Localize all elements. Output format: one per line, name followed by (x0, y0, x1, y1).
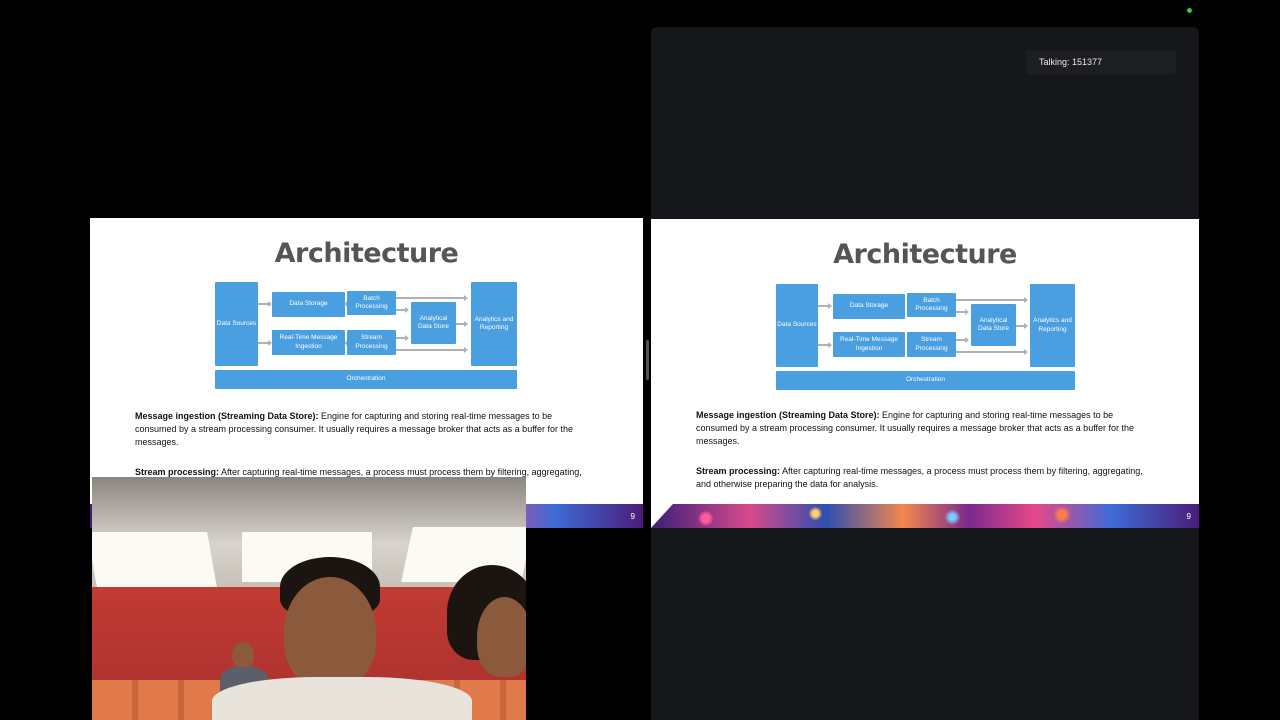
slide-footer-graphic (651, 504, 1199, 528)
paragraph-heading: Stream processing: (135, 467, 220, 477)
diagram-arrow (258, 301, 272, 306)
paragraph-stream-processing: Stream processing: After capturing real-… (696, 465, 1146, 491)
diagram-arrow (396, 307, 409, 312)
diagram-arrow (956, 337, 969, 342)
diagram-arrow (258, 340, 272, 345)
webcam-ceiling-light (92, 532, 217, 587)
diagram-arrow (396, 335, 409, 340)
diagram-arrow (956, 309, 969, 314)
slide-page-number: 9 (1186, 512, 1191, 521)
webcam-video-tile[interactable] (92, 477, 526, 720)
diagram-box-analytics-reporting: Analytics and Reporting (471, 282, 517, 366)
diagram-box-batch-processing: Batch Processing (907, 293, 956, 317)
diagram-box-realtime-ingestion: Real-Time Message Ingestion (272, 330, 345, 355)
paragraph-message-ingestion: Message ingestion (Streaming Data Store)… (696, 409, 1146, 448)
diagram-box-orchestration: Orchestration (215, 370, 517, 389)
diagram-box-analytical-store: Analytical Data Store (411, 302, 456, 344)
split-view-resize-handle[interactable] (646, 340, 649, 380)
diagram-box-data-sources: Data Sources (215, 282, 258, 366)
diagram-box-data-storage: Data Storage (833, 294, 905, 319)
diagram-box-analytics-reporting: Analytics and Reporting (1030, 284, 1075, 367)
diagram-box-batch-processing: Batch Processing (347, 291, 396, 315)
architecture-diagram: Data Sources Data Storage Real-Time Mess… (215, 282, 518, 390)
diagram-arrow (456, 321, 468, 326)
diagram-arrow (956, 349, 1028, 354)
diagram-box-stream-processing: Stream Processing (907, 332, 956, 357)
webcam-person-shirt (212, 677, 472, 720)
diagram-box-orchestration: Orchestration (776, 371, 1075, 390)
slide-view-right: Architecture Data Sources Data Storage R… (651, 219, 1199, 528)
paragraph-heading: Message ingestion (Streaming Data Store)… (135, 411, 319, 421)
diagram-arrow (1016, 323, 1028, 328)
diagram-box-data-sources: Data Sources (776, 284, 818, 367)
webcam-person2-face (477, 597, 526, 677)
webcam-person-face (284, 577, 376, 687)
webcam-person-background (232, 642, 254, 668)
paragraph-message-ingestion: Message ingestion (Streaming Data Store)… (135, 410, 585, 449)
connection-status-icon (1187, 8, 1192, 13)
diagram-box-analytical-store: Analytical Data Store (971, 304, 1016, 346)
diagram-arrow (396, 295, 468, 300)
diagram-arrow (956, 297, 1028, 302)
slide-title: Architecture (274, 238, 459, 269)
diagram-box-realtime-ingestion: Real-Time Message Ingestion (833, 332, 905, 357)
diagram-arrow (396, 347, 468, 352)
diagram-arrow (818, 342, 832, 347)
paragraph-heading: Message ingestion (Streaming Data Store)… (696, 410, 880, 420)
diagram-box-stream-processing: Stream Processing (347, 330, 396, 355)
slide-title: Architecture (833, 239, 1017, 270)
diagram-arrow (818, 303, 832, 308)
diagram-box-data-storage: Data Storage (272, 292, 345, 317)
talking-indicator: Talking: 151377 (1026, 50, 1176, 74)
slide-page-number: 9 (630, 512, 635, 521)
paragraph-heading: Stream processing: (696, 466, 781, 476)
architecture-diagram: Data Sources Data Storage Real-Time Mess… (776, 284, 1079, 392)
